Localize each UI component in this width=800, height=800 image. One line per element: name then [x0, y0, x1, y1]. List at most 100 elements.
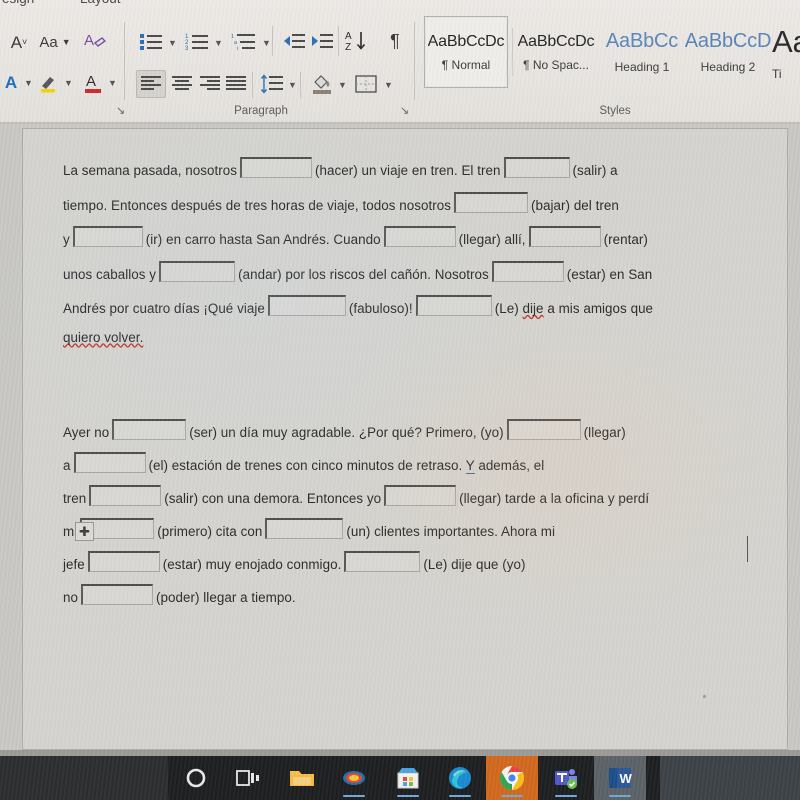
document-body[interactable]: La semana pasada, nosotros (hacer) un via…: [23, 129, 787, 749]
document-line[interactable]: a (el) estación de trenes con cinco minut…: [63, 452, 544, 474]
multilevel-chevron-icon[interactable]: ▼: [262, 38, 271, 48]
font-color-button[interactable]: A: [0, 70, 22, 94]
answer-blank[interactable]: [454, 191, 528, 213]
taskbar-item-file-explorer[interactable]: [276, 756, 328, 800]
numbering-chevron-icon[interactable]: ▼: [214, 38, 223, 48]
style-heading-1[interactable]: AaBbCc Heading 1: [600, 16, 684, 88]
paragraph-dialog-launcher[interactable]: ↘: [116, 104, 125, 117]
style-heading-1-preview: AaBbCc: [605, 30, 679, 52]
document-line[interactable]: jefe (estar) muy enojado conmigo. (Le) dij…: [63, 551, 525, 572]
shading-chevron-icon[interactable]: ▼: [338, 80, 347, 90]
taskbar-item-microsoft-edge[interactable]: [434, 756, 486, 800]
document-text: no: [63, 590, 78, 605]
document-line[interactable]: Andrés por cuatro días ¡Qué viaje (fabulo…: [63, 295, 653, 316]
align-right-icon: [200, 76, 220, 90]
answer-blank[interactable]: [265, 518, 344, 539]
borders-button[interactable]: [352, 70, 380, 98]
taskbar-item-cortana[interactable]: [170, 756, 222, 800]
multilevel-list-button[interactable]: 1 a i: [230, 30, 258, 54]
line-spacing-chevron-icon[interactable]: ▼: [288, 80, 297, 90]
font-color-chevron-icon[interactable]: ▼: [24, 78, 33, 88]
answer-blank[interactable]: [72, 226, 143, 247]
style-normal-label: ¶ Normal: [441, 57, 491, 72]
answer-blank[interactable]: [159, 260, 236, 282]
taskbar-item-task-view[interactable]: [222, 756, 274, 800]
document-text: (Le) dije que (yo): [423, 557, 526, 572]
document-text: (Le): [494, 301, 523, 316]
text-color-chevron-icon[interactable]: ▼: [108, 78, 117, 88]
align-left-button[interactable]: [136, 70, 166, 98]
answer-blank[interactable]: [240, 157, 313, 178]
style-heading-2[interactable]: AaBbCcD Heading 2: [685, 16, 771, 88]
answer-blank[interactable]: [112, 419, 187, 440]
stray-mark: [703, 695, 706, 698]
align-center-button[interactable]: [168, 70, 196, 98]
document-text: Andrés por cuatro días ¡Qué viaje: [63, 301, 265, 316]
style-no-spacing[interactable]: AaBbCcDc ¶ No Spac...: [514, 16, 598, 88]
highlight-color-button[interactable]: [36, 70, 62, 96]
highlight-chevron-icon[interactable]: ▼: [64, 78, 73, 88]
answer-blank[interactable]: [528, 226, 601, 247]
decrease-indent-button[interactable]: [280, 30, 306, 54]
microsoft-store-icon: [397, 768, 419, 789]
document-text: (poder) llegar a tiempo.: [156, 590, 296, 605]
document-line[interactable]: y (ir) en carro hasta San Andrés. Cuando (…: [63, 226, 648, 247]
ribbon-separator-font-paragraph: [124, 22, 125, 100]
justify-button[interactable]: [222, 70, 250, 98]
document-line[interactable]: quiero volver.: [63, 330, 143, 345]
style-title-label: Ti: [772, 66, 782, 81]
increase-indent-button[interactable]: [308, 30, 334, 54]
grow-font-button[interactable]: A ˅: [6, 30, 32, 54]
show-formatting-marks-button[interactable]: ¶: [384, 28, 406, 54]
answer-blank[interactable]: [87, 551, 160, 572]
borders-chevron-icon[interactable]: ▼: [384, 80, 393, 90]
style-normal[interactable]: AaBbCcDc ¶ Normal: [424, 16, 508, 88]
document-line[interactable]: tiempo. Entonces después de tres horas d…: [63, 191, 619, 213]
document-line[interactable]: unos caballos y (andar) por los riscos de…: [63, 260, 652, 282]
bullets-icon: [140, 34, 162, 50]
move-handle-icon[interactable]: ✚: [75, 522, 94, 541]
document-line[interactable]: mi (primero) cita con (un) clientes import…: [63, 518, 555, 539]
taskbar-item-microsoft-word[interactable]: W: [594, 756, 646, 800]
answer-blank[interactable]: [383, 226, 456, 247]
tab-layout[interactable]: Layout: [80, 0, 121, 6]
numbering-button[interactable]: 1 2 3: [184, 30, 210, 54]
document-line[interactable]: no (poder) llegar a tiempo.: [63, 584, 296, 605]
change-case-button[interactable]: Aa ▼: [39, 30, 70, 54]
bullets-chevron-icon[interactable]: ▼: [168, 38, 177, 48]
ribbon-separator-linespacing: [252, 72, 253, 98]
line-spacing-button[interactable]: [258, 70, 286, 98]
style-title[interactable]: Aa Ti: [772, 16, 800, 88]
align-right-button[interactable]: [196, 70, 224, 98]
answer-blank[interactable]: [506, 419, 581, 440]
answer-blank[interactable]: [344, 551, 421, 572]
taskbar-item-microsoft-teams[interactable]: [540, 756, 592, 800]
bullets-button[interactable]: [138, 30, 164, 54]
shading-button[interactable]: [308, 70, 336, 98]
document-line[interactable]: Ayer no (ser) un día muy agradable. ¿Por …: [63, 419, 626, 440]
answer-blank[interactable]: [267, 295, 346, 316]
microsoft-teams-icon: [555, 769, 577, 789]
taskbar-item-google-chrome[interactable]: [486, 756, 538, 800]
answer-blank[interactable]: [73, 452, 146, 473]
running-indicator: [555, 795, 577, 797]
answer-blank[interactable]: [491, 260, 564, 282]
clear-formatting-button[interactable]: A: [82, 28, 110, 54]
taskbar-right-region: [660, 756, 800, 800]
group-label-paragraph: Paragraph: [234, 105, 288, 117]
answer-blank[interactable]: [89, 485, 162, 506]
tab-design[interactable]: esign: [2, 0, 34, 6]
styles-dialog-launcher[interactable]: ↘: [400, 104, 409, 117]
answer-blank[interactable]: [384, 485, 457, 506]
text-color-button[interactable]: A: [82, 70, 106, 96]
clear-formatting-icon: A: [84, 32, 107, 49]
answer-blank[interactable]: [415, 295, 492, 316]
answer-blank[interactable]: [81, 584, 153, 605]
taskbar-item-microsoft-store[interactable]: [382, 756, 434, 800]
answer-blank[interactable]: [503, 157, 570, 178]
document-line[interactable]: tren (salir) con una demora. Entonces yo (…: [63, 485, 649, 506]
document-page[interactable]: La semana pasada, nosotros (hacer) un via…: [22, 128, 788, 750]
sort-button[interactable]: A Z: [344, 28, 370, 54]
taskbar-item-app-colorful[interactable]: [328, 756, 380, 800]
document-line[interactable]: La semana pasada, nosotros (hacer) un via…: [63, 157, 618, 178]
